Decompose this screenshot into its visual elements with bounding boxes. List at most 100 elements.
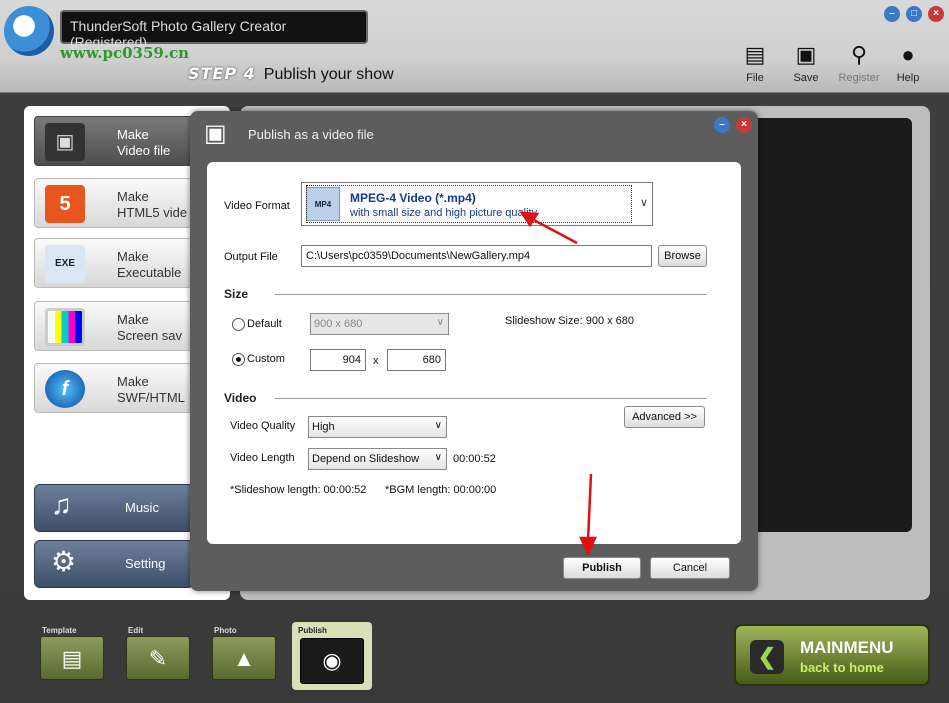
make-video-file-button[interactable]: ▣ Make Video file (34, 116, 194, 166)
maximize-button[interactable]: □ (906, 6, 922, 22)
video-length-value: Depend on Slideshow (312, 453, 420, 465)
minimize-button[interactable]: – (884, 6, 900, 22)
toolbar-help-button[interactable]: ● Help (887, 42, 929, 84)
toolbar-register-button[interactable]: ⚲ Register (838, 42, 880, 84)
tab-template-label: Template (42, 626, 77, 635)
tab-publish[interactable]: Publish ◉ (292, 622, 372, 690)
slideshow-length-text: *Slideshow length: 00:00:52 (230, 484, 367, 496)
publish-icon: ◉ (300, 638, 364, 684)
dialog-minimize-button[interactable]: – (714, 117, 730, 133)
dialog-body: Video Format MP4 MPEG-4 Video (*.mp4) wi… (207, 162, 741, 544)
output-file-input[interactable]: C:\Users\pc0359\Documents\NewGallery.mp4 (301, 245, 652, 267)
setting-label: Setting (125, 556, 166, 571)
slideshow-size-text: Slideshow Size: 900 x 680 (505, 315, 635, 327)
video-length-select[interactable]: Depend on Slideshow ∨ (308, 448, 447, 470)
output-file-label: Output File (224, 251, 278, 263)
mainmenu-title: MAINMENU (800, 638, 894, 657)
music-note-icon: ♫ (51, 489, 72, 520)
bgm-length-text: *BGM length: 00:00:00 (385, 484, 497, 496)
template-icon: ▤ (40, 636, 104, 680)
music-button[interactable]: ♫ Music (34, 484, 194, 532)
exe-icon: EXE (45, 245, 85, 283)
custom-size-radio[interactable] (232, 353, 245, 366)
video-quality-select[interactable]: High ∨ (308, 416, 447, 438)
toolbar-help-label: Help (896, 72, 920, 84)
custom-width-input[interactable]: 904 (310, 349, 366, 371)
lightbulb-icon: ● (901, 42, 915, 67)
toolbar-file-label: File (746, 72, 764, 84)
cancel-button[interactable]: Cancel (650, 557, 730, 579)
size-section-title: Size (224, 287, 249, 301)
dialog-title: Publish as a video file (248, 127, 374, 142)
video-format-label: Video Format (224, 200, 290, 212)
video-section-title: Video (224, 391, 257, 405)
advanced-button[interactable]: Advanced >> (624, 406, 705, 428)
default-size-label: Default (247, 318, 282, 330)
flash-icon: f (45, 370, 85, 408)
setting-button[interactable]: ⚙ Setting (34, 540, 194, 588)
video-quality-value: High (312, 421, 335, 433)
chevron-down-icon: ∨ (434, 420, 442, 431)
tab-publish-label: Publish (298, 626, 327, 635)
app-logo-icon (4, 6, 54, 56)
title-bar: ThunderSoft Photo Gallery Creator (Regis… (60, 10, 368, 50)
toolbar-register-label: Register (838, 72, 880, 84)
make-swf-html-button[interactable]: f Make SWF/HTML (34, 363, 194, 413)
monitor-icon (45, 308, 85, 346)
step-header: STEP 4 Publish your show (188, 64, 394, 84)
make-video-file-label: Make Video file (117, 127, 171, 158)
tab-photo[interactable]: Photo ▲ (212, 626, 278, 682)
default-size-value: 900 x 680 (314, 318, 363, 330)
html5-icon: 5 (45, 185, 85, 223)
photo-icon: ▲ (212, 636, 276, 680)
default-size-radio[interactable] (232, 318, 245, 331)
step-number: STEP 4 (188, 64, 256, 83)
size-x-separator: x (373, 355, 379, 367)
dialog-close-button[interactable]: × (736, 117, 752, 133)
make-executable-label: Make Executable (117, 249, 182, 280)
preview-screen (740, 118, 912, 532)
back-arrow-icon: ❮ (750, 640, 784, 674)
toolbar-file-button[interactable]: ▤ File (734, 42, 776, 84)
publish-video-dialog: ▣ Publish as a video file – × Video Form… (190, 111, 758, 591)
video-divider (275, 398, 707, 399)
make-html5-video-button[interactable]: 5 Make HTML5 vide (34, 178, 194, 228)
step-title: Publish your show (263, 66, 394, 83)
toolbar-save-label: Save (793, 72, 819, 84)
make-html5-video-label: Make HTML5 vide (117, 189, 188, 220)
format-description: with small size and high picture quality (350, 207, 538, 219)
mainmenu-button[interactable]: ❮ MAINMENU back to home (734, 624, 930, 686)
folder-icon: ▤ (744, 42, 766, 67)
video-format-select[interactable]: MP4 MPEG-4 Video (*.mp4) with small size… (301, 182, 653, 226)
tab-photo-label: Photo (214, 626, 237, 635)
video-length-time: 00:00:52 (453, 453, 496, 465)
toolbar-save-button[interactable]: ▣ Save (785, 42, 827, 84)
make-screen-saver-button[interactable]: Make Screen sav (34, 301, 194, 351)
mainmenu-subtitle: back to home (800, 660, 884, 675)
make-swf-html-label: Make SWF/HTML (117, 374, 185, 405)
browse-button[interactable]: Browse (658, 245, 707, 267)
tab-template[interactable]: Template ▤ (40, 626, 106, 682)
video-length-label: Video Length (230, 452, 295, 464)
music-label: Music (125, 500, 159, 515)
size-divider (275, 294, 707, 295)
make-executable-button[interactable]: EXE Make Executable (34, 238, 194, 288)
close-button[interactable]: × (928, 6, 944, 22)
key-icon: ⚲ (850, 42, 868, 67)
chevron-down-icon: ∨ (434, 452, 442, 463)
gear-icon: ⚙ (51, 546, 77, 577)
watermark-text: www.pc0359.cn (60, 44, 190, 62)
chevron-down-icon: ∨ (436, 317, 444, 328)
film-icon: ▣ (45, 123, 85, 161)
custom-size-label: Custom (247, 353, 285, 365)
tab-edit-label: Edit (128, 626, 144, 635)
publish-button[interactable]: Publish (563, 557, 641, 579)
make-screen-saver-label: Make Screen sav (117, 312, 183, 343)
default-size-select[interactable]: 900 x 680 ∨ (310, 313, 449, 335)
edit-icon: ✎ (126, 636, 190, 680)
floppy-icon: ▣ (795, 42, 817, 67)
app-window: ThunderSoft Photo Gallery Creator (Regis… (0, 0, 949, 703)
tab-edit[interactable]: Edit ✎ (126, 626, 192, 682)
custom-height-input[interactable]: 680 (387, 349, 446, 371)
chevron-down-icon: ∨ (639, 197, 648, 209)
